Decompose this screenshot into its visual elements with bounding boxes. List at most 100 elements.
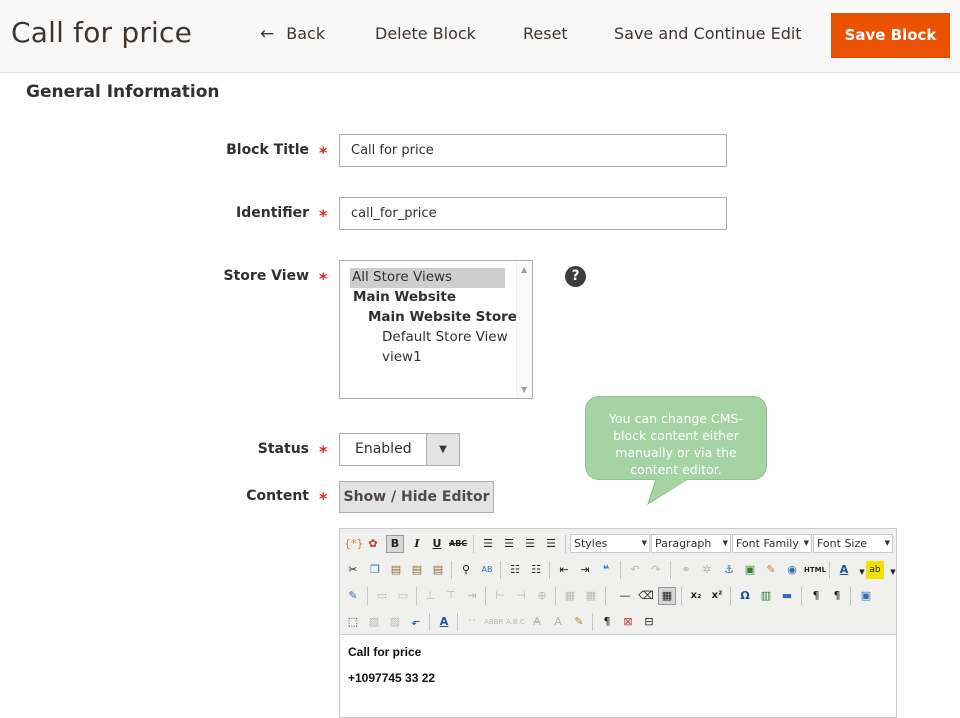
editor-content[interactable]: Call for price +1097745 33 22 [348,645,435,697]
block-title-input[interactable] [339,134,727,167]
italic-icon[interactable]: I [408,535,426,553]
underline-icon[interactable]: U [428,535,446,553]
rtl-icon[interactable]: ¶ [828,587,846,605]
chevron-down-icon[interactable]: ▼ [884,563,902,581]
help-icon[interactable]: ? [565,266,586,287]
horizontal-rule-icon[interactable]: — [616,587,634,605]
scroll-up-icon[interactable]: ▲ [521,265,527,274]
store-view-label: Store View [223,268,309,284]
numbered-list-icon[interactable]: ☷ [527,561,545,579]
insert-col-before-icon[interactable]: ⊢ [491,587,509,605]
table-icon[interactable]: ▦ [658,587,676,605]
absolute-icon[interactable]: ⬐ [407,613,425,631]
table-edit-icon[interactable]: ✎ [344,587,362,605]
cleanup-icon[interactable]: ✎ [762,561,780,579]
html-source-icon[interactable]: HTML [804,561,826,579]
merge-cells-icon[interactable]: ▦ [582,587,600,605]
row-props-icon[interactable]: ▭ [373,587,391,605]
del-icon[interactable]: A [528,613,546,631]
redo-icon[interactable]: ↷ [647,561,665,579]
background-color-icon[interactable]: ab [866,561,884,579]
tooltip-bubble: You can change CMS-block content either … [585,396,767,480]
insert-row-after-icon[interactable]: ⊤ [442,587,460,605]
acronym-icon[interactable]: A.B.C [506,613,525,631]
delete-col-icon[interactable]: ⊕ [533,587,551,605]
align-right-icon[interactable]: ☰ [521,535,539,553]
paste-word-icon[interactable]: ▤ [429,561,447,579]
store-view-option[interactable]: Main Website Store [368,309,517,325]
bullet-list-icon[interactable]: ☷ [506,561,524,579]
paste-icon[interactable]: ▤ [387,561,405,579]
copy-icon[interactable]: ❐ [366,561,384,579]
cut-icon[interactable]: ✂ [344,561,362,579]
reset-button[interactable]: Reset [523,24,568,43]
store-view-option[interactable]: Main Website [353,289,456,305]
chevron-down-icon[interactable]: ▼ [426,434,459,465]
replace-icon[interactable]: AB [478,561,496,579]
superscript-icon[interactable]: x² [708,587,726,605]
cite-icon[interactable]: “” [463,613,481,631]
delete-row-icon[interactable]: ⇥ [463,587,481,605]
paste-text-icon[interactable]: ▤ [408,561,426,579]
special-char-icon[interactable]: Ω [736,587,754,605]
split-cells-icon[interactable]: ▦ [561,587,579,605]
anchor-icon[interactable]: ⚓ [720,561,738,579]
style-props-icon[interactable]: A [435,613,453,631]
insert-image-icon[interactable]: ▣ [741,561,759,579]
font-size-select[interactable]: Font Size ▼ [813,534,893,553]
scroll-down-icon[interactable]: ▼ [521,385,527,394]
image-icon[interactable]: ✿ [364,535,382,553]
text-color-icon[interactable]: A [835,561,853,579]
back-button[interactable]: ← Back [260,24,325,44]
toolbar-separator [555,587,556,605]
subscript-icon[interactable]: x₂ [687,587,705,605]
indent-icon[interactable]: ⇥ [576,561,594,579]
abbr-icon[interactable]: ABBR [484,613,503,631]
bold-icon[interactable]: B [386,535,404,553]
align-left-icon[interactable]: ☰ [479,535,497,553]
insert-layer-icon[interactable]: ⬚ [344,613,362,631]
cell-props-icon[interactable]: ▭ [394,587,412,605]
undo-icon[interactable]: ↶ [626,561,644,579]
fullscreen-icon[interactable]: ▣ [857,587,875,605]
status-select[interactable]: Enabled ▼ [339,433,460,466]
visual-chars-icon[interactable]: ¶ [598,613,616,631]
font-family-select[interactable]: Font Family ▼ [732,534,812,553]
identifier-input[interactable] [339,197,727,230]
link-icon[interactable]: ⚭ [677,561,695,579]
help-circle-icon[interactable]: ◉ [783,561,801,579]
strikethrough-icon[interactable]: ABC [449,535,467,553]
page-break-icon[interactable]: ⊟ [640,613,658,631]
store-view-option[interactable]: view1 [382,349,422,365]
nonbreaking-space-icon[interactable]: ⊠ [619,613,637,631]
ltr-icon[interactable]: ¶ [807,587,825,605]
save-block-button[interactable]: Save Block [831,13,950,58]
move-forward-icon[interactable]: ▨ [365,613,383,631]
eraser-icon[interactable]: ⌫ [637,587,655,605]
save-and-continue-button[interactable]: Save and Continue Edit [614,24,802,43]
multiselect-scrollbar[interactable]: ▲ ▼ [516,261,532,398]
show-hide-editor-button[interactable]: Show / Hide Editor [339,481,494,513]
find-icon[interactable]: ⚲ [457,561,475,579]
store-view-multiselect[interactable]: All Store Views Main Website Main Websit… [339,260,533,399]
store-view-option[interactable]: All Store Views [350,268,505,288]
paragraph-select[interactable]: Paragraph ▼ [651,534,731,553]
media-icon[interactable]: ▥ [757,587,775,605]
align-justify-icon[interactable]: ☰ [542,535,560,553]
nonbreaking-icon[interactable]: ▬ [778,587,796,605]
store-view-option[interactable]: Default Store View [382,329,508,345]
move-backward-icon[interactable]: ▨ [386,613,404,631]
widget-icon[interactable]: {*} [344,535,364,553]
insert-col-after-icon[interactable]: ⊣ [512,587,530,605]
styles-select[interactable]: Styles ▼ [570,534,650,553]
ins-icon[interactable]: A [549,613,567,631]
blockquote-icon[interactable]: ❝ [597,561,615,579]
toolbar-separator [473,535,474,553]
unlink-icon[interactable]: ✲ [698,561,716,579]
delete-block-button[interactable]: Delete Block [375,24,476,43]
editor-toolbar: {*} ✿ B I U ABC ☰ ☰ ☰ ☰ Styles ▼ Paragrap… [340,529,896,635]
insert-row-before-icon[interactable]: ⊥ [421,587,439,605]
align-center-icon[interactable]: ☰ [500,535,518,553]
outdent-icon[interactable]: ⇤ [555,561,573,579]
attribs-icon[interactable]: ✎ [570,613,588,631]
